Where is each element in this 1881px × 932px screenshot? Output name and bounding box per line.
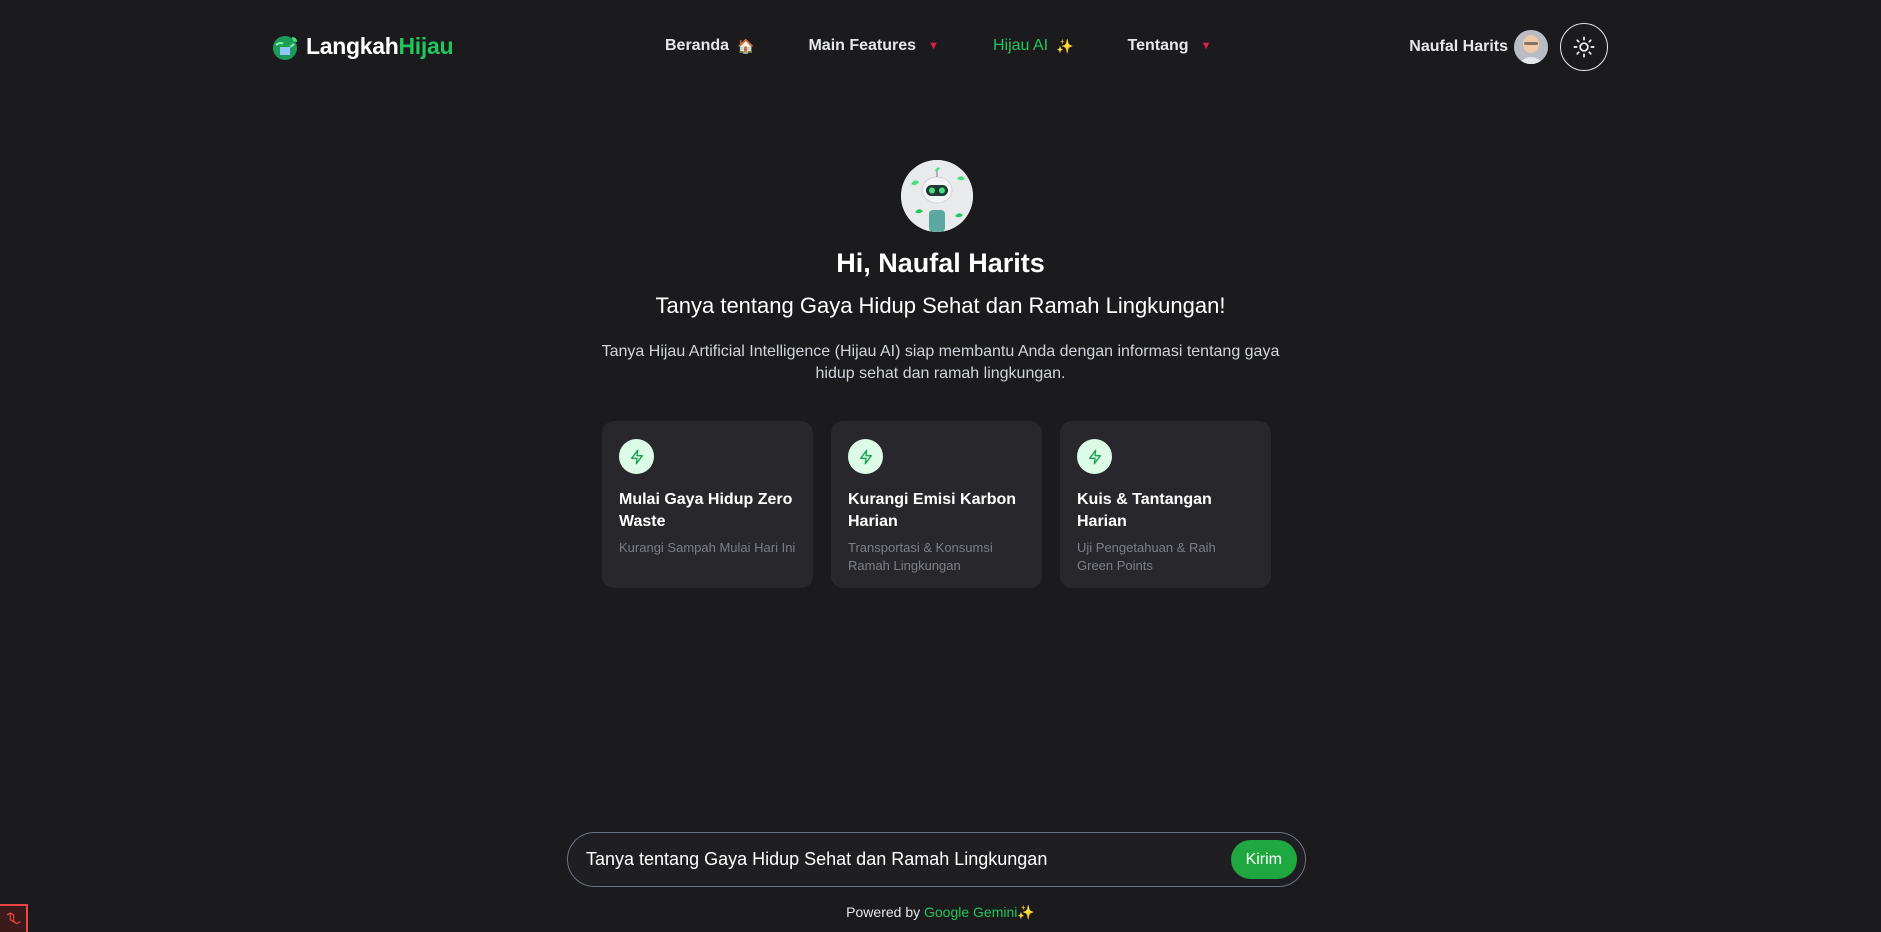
user-name[interactable]: Naufal Harits xyxy=(1409,38,1508,56)
description-text: Tanya Hijau Artificial Intelligence (Hij… xyxy=(601,343,1280,382)
send-button[interactable]: Kirim xyxy=(1230,840,1297,879)
greeting-heading: Hi, Naufal Harits xyxy=(836,248,1045,278)
card-subtitle: Transportasi & Konsumsi Ramah Lingkungan xyxy=(848,540,993,573)
caret-down-icon: ▼ xyxy=(928,40,939,52)
nav-item-beranda[interactable]: Beranda 🏠 xyxy=(665,37,754,55)
sun-icon xyxy=(1573,36,1595,58)
card-title: Mulai Gaya Hidup Zero Waste xyxy=(619,491,793,530)
chat-input[interactable] xyxy=(586,849,1231,870)
nav-item-label: Beranda xyxy=(665,37,730,54)
laravel-icon xyxy=(6,912,21,925)
card-title: Kurangi Emisi Karbon Harian xyxy=(848,491,1017,530)
sparkles-icon: ✨ xyxy=(1056,37,1074,54)
suggestion-card-quiz[interactable]: Kuis & Tantangan Harian Uji Pengetahuan … xyxy=(1060,421,1271,588)
card-subtitle: Kurangi Sampah Mulai Hari Ini xyxy=(619,540,796,555)
powered-by: Powered by Google Gemini✨ xyxy=(0,904,1881,921)
nav-item-label: Tentang xyxy=(1127,37,1189,54)
caret-down-icon: ▼ xyxy=(1200,40,1212,52)
brand-name-part-a: Langkah xyxy=(306,32,399,59)
subheading: Tanya tentang Gaya Hidup Sehat dan Ramah… xyxy=(655,293,1226,318)
avatar-photo-icon xyxy=(1514,30,1548,64)
powered-by-prefix: Powered by xyxy=(846,904,921,920)
main-nav: Beranda 🏠 Main Features ▼ Hijau AI ✨ Ten… xyxy=(665,30,1211,62)
ai-robot-avatar xyxy=(901,160,973,232)
lightning-icon xyxy=(848,439,883,474)
nav-item-tentang[interactable]: Tentang ▼ xyxy=(1128,37,1212,55)
house-icon: 🏠 xyxy=(737,37,755,54)
navbar: Langkah Hijau Beranda 🏠 Main Features ▼ H… xyxy=(0,0,1881,92)
suggestion-card-zero-waste[interactable]: Mulai Gaya Hidup Zero Waste Kurangi Samp… xyxy=(602,421,813,588)
brand-name-part-b: Hijau xyxy=(398,32,454,59)
lightning-icon xyxy=(1077,439,1112,474)
suggestion-card-carbon-emission[interactable]: Kurangi Emisi Karbon Harian Transportasi… xyxy=(831,421,1042,588)
theme-toggle-button[interactable] xyxy=(1560,23,1608,71)
card-subtitle: Uji Pengetahuan & Raih Green Points xyxy=(1077,540,1216,573)
user-area: Naufal Harits xyxy=(1409,23,1608,71)
chat-form: Kirim xyxy=(567,832,1306,887)
nav-item-main-features[interactable]: Main Features ▼ xyxy=(808,37,938,55)
powered-by-link[interactable]: Google Gemini xyxy=(924,904,1017,920)
nav-item-label: Hijau AI xyxy=(992,37,1049,54)
nav-item-hijau-ai[interactable]: Hijau AI ✨ xyxy=(993,37,1074,55)
suggestion-cards: Mulai Gaya Hidup Zero Waste Kurangi Samp… xyxy=(602,421,1271,588)
debug-badge[interactable] xyxy=(0,904,28,932)
nav-item-label: Main Features xyxy=(808,37,917,54)
sparkles-icon: ✨ xyxy=(1017,904,1035,920)
card-title: Kuis & Tantangan Harian xyxy=(1077,491,1212,530)
robot-icon xyxy=(901,160,973,232)
lightning-icon xyxy=(619,439,654,474)
user-avatar[interactable] xyxy=(1514,30,1548,64)
brand-logo-link[interactable]: Langkah Hijau xyxy=(270,30,454,62)
globe-leaf-icon xyxy=(273,36,297,60)
